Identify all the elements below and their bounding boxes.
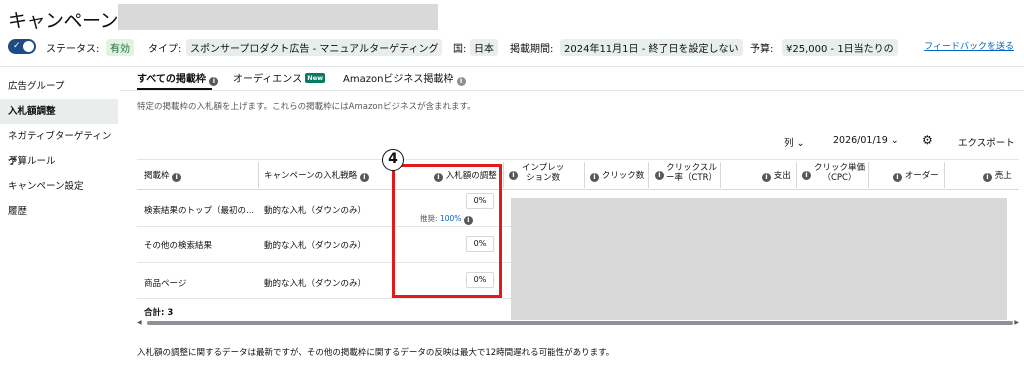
column-separator [258, 162, 259, 188]
sidebar-item-campaign-settings[interactable]: キャンペーン設定 [0, 174, 118, 199]
column-separator [584, 162, 585, 188]
column-separator [944, 162, 945, 188]
data-latency-note: 入札額の調整に関するデータは最新ですが、その他の掲載枠に関するデータの反映は最大… [137, 348, 615, 358]
header-label: キャンペーンの入札戦略 [264, 171, 358, 181]
col-header-spend[interactable]: i 支出 [762, 169, 791, 182]
redacted-campaign-name [118, 4, 438, 30]
scroll-left-icon[interactable]: ◀ [137, 319, 142, 326]
status-badge: 有効 [106, 39, 134, 56]
col-header-bid-strategy[interactable]: キャンペーンの入札戦略 i [264, 169, 369, 182]
col-header-cpc[interactable]: クリック単価 （CPC） [814, 163, 865, 183]
info-icon[interactable]: i [762, 173, 771, 182]
table-top-border [137, 159, 1019, 160]
col-header-placement[interactable]: 掲載枠 i [144, 169, 182, 182]
info-icon[interactable]: i [456, 77, 466, 86]
col-header-ctr[interactable]: クリックスル ー率（CTR） [666, 163, 717, 183]
column-separator [868, 162, 869, 188]
table-total: 合計: 3 [144, 308, 174, 318]
budget-value: ¥25,000 - 1日当たりの [782, 39, 898, 56]
period-value: 2024年11月1日 - 終了日を設定しない [560, 39, 743, 56]
row2-placement: その他の検索結果 [144, 241, 213, 251]
budget-label: 予算: [750, 44, 774, 55]
campaign-status-toggle[interactable]: ✓ [8, 39, 36, 54]
columns-label: 列 [784, 138, 794, 149]
row3-placement: 商品ページ [144, 279, 187, 289]
col-header-sales[interactable]: i 売上 [983, 169, 1012, 182]
header-label: 掲載枠 [144, 171, 170, 181]
type-value: スポンサープロダクト広告 - マニュアルターゲティング [186, 39, 443, 56]
date-range-dropdown[interactable]: 2026/01/19 ⌄ [833, 135, 899, 146]
header-divider [0, 66, 1024, 67]
country-value: 日本 [470, 39, 498, 56]
scroll-right-icon[interactable]: ▶ [1014, 319, 1019, 326]
col-header-impressions[interactable]: インプレッ ション数 [522, 163, 564, 183]
scrollbar-thumb[interactable] [147, 321, 1013, 325]
placement-description: 特定の掲載枠の入札額を上げます。これらの掲載枠にはAmazonビジネスが含まれま… [137, 102, 476, 112]
sidebar-item-budget-rules[interactable]: 予算ルール [0, 149, 118, 174]
sidebar: 広告グループ 入札額調整 ネガティブターゲティング 予算ルール キャンペーン設定… [0, 74, 118, 224]
chevron-down-icon: ⌄ [796, 138, 805, 149]
new-badge: New [305, 73, 326, 83]
row1-placement: 検索結果のトップ（最初の... [144, 206, 255, 216]
campaign-meta-bar: ✓ ステータス: 有効 タイプ: スポンサープロダクト広告 - マニュアルターゲ… [8, 39, 1018, 56]
column-separator [648, 162, 649, 188]
toggle-knob [23, 41, 34, 52]
placement-tabs: すべての掲載枠 i オーディエンス New Amazonビジネス掲載枠 i [137, 68, 1017, 90]
row1-strategy: 動的な入札（ダウンのみ） [264, 206, 367, 216]
tab-audience[interactable]: オーディエンス New [233, 70, 326, 85]
info-icon[interactable]: i [359, 173, 369, 182]
page-title: キャンペーン: [8, 10, 124, 32]
header-label: オーダー [904, 171, 939, 181]
sidebar-item-bid-adjustment[interactable]: 入札額調整 [0, 99, 118, 124]
row3-strategy: 動的な入札（ダウンのみ） [264, 279, 367, 289]
col-header-orders[interactable]: i オーダー [893, 169, 939, 182]
column-separator [503, 162, 504, 188]
horizontal-scrollbar[interactable]: ◀ ▶ [137, 319, 1019, 326]
row-divider [137, 298, 517, 299]
period-label: 掲載期間: [510, 44, 554, 55]
annotation-number-badge: 4 [382, 149, 404, 171]
header-label: クリック数 [601, 171, 645, 181]
feedback-link[interactable]: フィードバックを送る [924, 39, 1014, 52]
country-label: 国: [453, 44, 467, 55]
header-label: 売上 [994, 171, 1012, 181]
sidebar-item-negative-targeting[interactable]: ネガティブターゲティング [0, 124, 118, 167]
tab-label: オーディエンス [233, 74, 303, 85]
tab-all-placements[interactable]: すべての掲載枠 i [137, 70, 219, 86]
tab-label: Amazonビジネス掲載枠 [343, 74, 454, 85]
row2-strategy: 動的な入札（ダウンのみ） [264, 241, 367, 251]
info-icon-impressions[interactable]: i [509, 169, 518, 180]
columns-dropdown[interactable]: 列 ⌄ [784, 135, 805, 149]
info-icon[interactable]: i [209, 77, 219, 86]
export-button[interactable]: エクスポート [958, 135, 1015, 149]
redacted-metrics [511, 198, 1007, 320]
table-header-border [137, 189, 1019, 190]
chevron-down-icon: ⌄ [890, 135, 899, 146]
info-icon[interactable]: i [172, 173, 182, 182]
info-icon[interactable]: i [590, 173, 599, 182]
date-label: 2026/01/19 [833, 135, 888, 146]
type-label: タイプ: [148, 44, 182, 55]
col-header-clicks[interactable]: i クリック数 [590, 169, 644, 182]
check-icon: ✓ [13, 41, 21, 51]
header-label: 支出 [773, 171, 791, 181]
column-separator [796, 162, 797, 188]
status-label: ステータス: [46, 44, 100, 55]
info-icon-ctr[interactable]: i [655, 169, 664, 180]
tab-label: すべての掲載枠 [137, 74, 206, 85]
tab-amazon-business[interactable]: Amazonビジネス掲載枠 i [343, 70, 466, 86]
gear-icon[interactable]: ⚙ [922, 133, 933, 147]
annotation-highlight-box [392, 164, 502, 298]
info-icon-cpc[interactable]: i [802, 169, 811, 180]
sidebar-item-history[interactable]: 履歴 [0, 199, 118, 224]
info-icon[interactable]: i [983, 173, 992, 182]
sidebar-item-ad-groups[interactable]: 広告グループ [0, 74, 118, 99]
tabs-divider [120, 90, 1024, 91]
column-separator [720, 162, 721, 188]
info-icon[interactable]: i [893, 173, 902, 182]
